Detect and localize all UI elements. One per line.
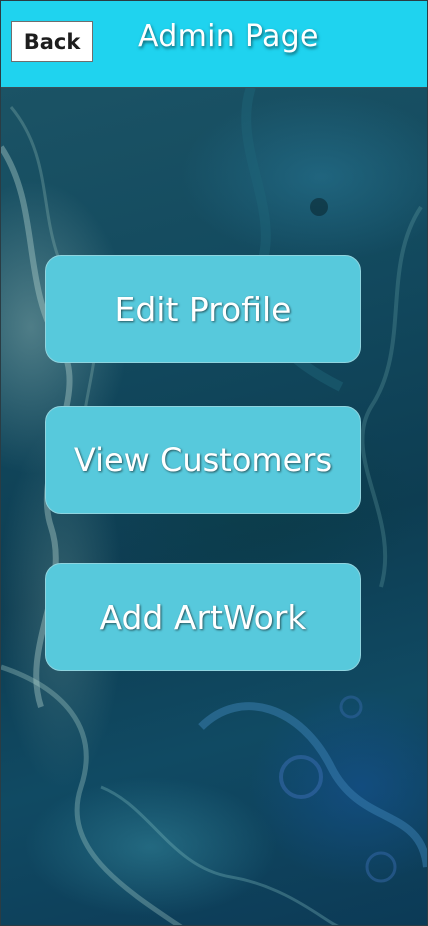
back-button[interactable]: Back [11, 21, 93, 62]
header-bar: Back Admin Page [1, 1, 427, 88]
edit-profile-button[interactable]: Edit Profile [45, 255, 361, 363]
add-artwork-button[interactable]: Add ArtWork [45, 563, 361, 671]
admin-screen: Back Admin Page Edit Profile View Custom… [0, 0, 428, 926]
page-title: Admin Page [138, 19, 319, 54]
view-customers-button[interactable]: View Customers [45, 406, 361, 514]
